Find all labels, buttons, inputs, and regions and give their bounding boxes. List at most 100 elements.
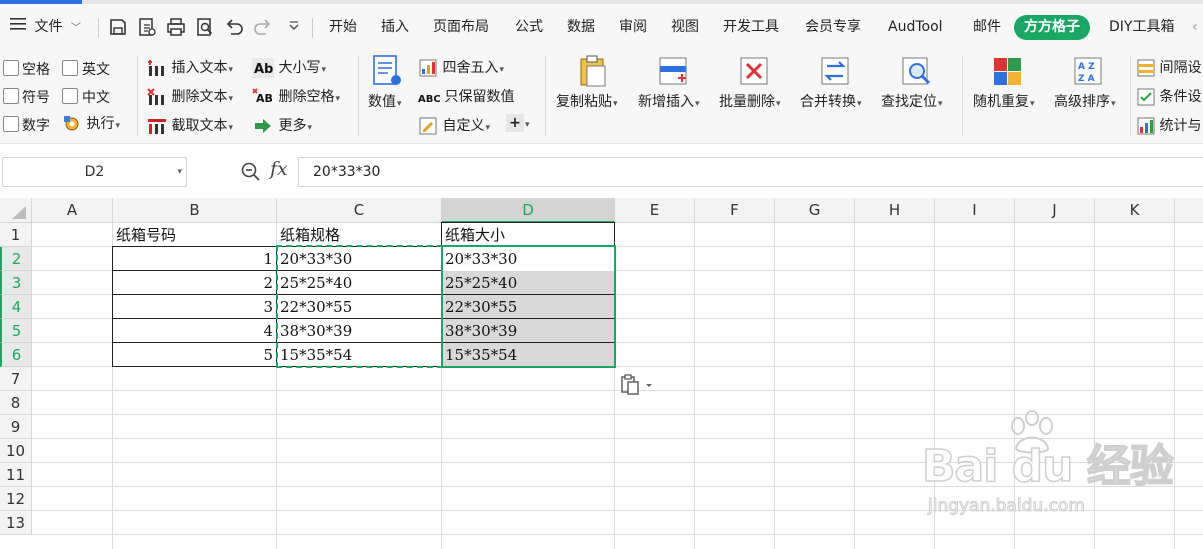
batch-delete-button[interactable]: 批量删除▾ — [719, 91, 781, 111]
zoom-formula-icon[interactable] — [240, 161, 262, 183]
merge-convert-button[interactable]: 合并转换▾ — [800, 91, 862, 111]
column-header-h[interactable]: H — [855, 198, 935, 223]
checkbox-chinese[interactable] — [62, 88, 78, 104]
checkbox-number[interactable] — [3, 116, 19, 132]
column-header-j[interactable]: J — [1015, 198, 1095, 223]
cell-d6[interactable]: 15*35*54 — [442, 343, 614, 367]
column-header-c[interactable]: C — [277, 198, 442, 223]
statistics-button[interactable]: 统计与 — [1137, 115, 1201, 135]
tab-review[interactable]: 审阅 — [619, 4, 647, 50]
cell-b4[interactable]: 3 — [113, 295, 276, 319]
random-repeat-button[interactable]: 随机重复▾ — [973, 91, 1035, 111]
fx-icon[interactable]: fx — [270, 158, 288, 180]
row-header-10[interactable]: 10 — [0, 439, 32, 463]
formula-input[interactable]: 20*33*30 — [298, 157, 1203, 187]
print-preview-icon[interactable] — [195, 17, 215, 37]
add-button[interactable]: + ▾ — [506, 114, 530, 132]
column-header-e[interactable]: E — [615, 198, 695, 223]
tab-page-layout[interactable]: 页面布局 — [433, 4, 489, 50]
column-header-k[interactable]: K — [1095, 198, 1175, 223]
row-header-3[interactable]: 3 — [0, 271, 32, 295]
row-header-8[interactable]: 8 — [0, 391, 32, 415]
cell-c6[interactable]: 15*35*54 — [277, 343, 441, 367]
column-header-g[interactable]: G — [775, 198, 855, 223]
row-header-4[interactable]: 4 — [0, 295, 32, 319]
tab-member[interactable]: 会员专享 — [805, 4, 861, 50]
column-header-a[interactable]: A — [32, 198, 113, 223]
tab-fangfang-gezi[interactable]: 方方格子 — [1014, 15, 1090, 40]
tab-data[interactable]: 数据 — [567, 4, 595, 50]
select-all-corner[interactable] — [0, 198, 32, 223]
customize-quick-access-icon[interactable] — [284, 17, 304, 37]
extract-text-button[interactable]: 截取文本▾ — [147, 115, 233, 136]
row-header-2[interactable]: 2 — [0, 247, 32, 271]
cell-d1[interactable]: 纸箱大小 — [442, 223, 614, 247]
cell-d3[interactable]: 25*25*40 — [442, 271, 614, 295]
column-header-d[interactable]: D — [442, 198, 615, 223]
checkbox-space[interactable] — [3, 60, 19, 76]
tab-mail[interactable]: 邮件 — [973, 4, 1001, 50]
file-menu[interactable]: 文件 ﹀ — [10, 4, 81, 50]
merge-convert-icon[interactable] — [820, 54, 852, 88]
cell-c3[interactable]: 25*25*40 — [277, 271, 441, 295]
row-header-9[interactable]: 9 — [0, 415, 32, 439]
tab-view[interactable]: 视图 — [671, 4, 699, 50]
insert-text-button[interactable]: 插入文本▾ — [147, 57, 233, 78]
row-header-5[interactable]: 5 — [0, 319, 32, 343]
cell-b1[interactable]: 纸箱号码 — [113, 223, 276, 247]
case-button[interactable]: Ab 大小写▾ — [252, 57, 326, 78]
value-button[interactable]: 数值▾ — [368, 91, 402, 111]
delete-text-button[interactable]: 删除文本▾ — [147, 86, 233, 107]
checkbox-english[interactable] — [62, 60, 78, 76]
print-icon[interactable] — [166, 17, 186, 37]
tab-home[interactable]: 开始 — [329, 4, 357, 50]
cell-b6[interactable]: 5 — [113, 343, 276, 367]
advanced-sort-button[interactable]: 高级排序▾ — [1054, 91, 1116, 111]
find-locate-button[interactable]: 查找定位▾ — [881, 91, 943, 111]
batch-delete-icon[interactable] — [739, 54, 771, 88]
cell-c2[interactable]: 20*33*30 — [277, 247, 441, 271]
tab-developer[interactable]: 开发工具 — [723, 4, 779, 50]
cell-c4[interactable]: 22*30*55 — [277, 295, 441, 319]
redo-icon[interactable] — [253, 17, 273, 37]
cell-b2[interactable]: 1 — [113, 247, 276, 271]
find-locate-icon[interactable] — [901, 54, 933, 88]
column-header-f[interactable]: F — [695, 198, 775, 223]
row-header-12[interactable]: 12 — [0, 487, 32, 511]
paste-options-button[interactable] — [620, 374, 654, 396]
execute-button[interactable]: 执行▾ — [62, 113, 120, 134]
more-button[interactable]: 更多▾ — [252, 115, 312, 136]
value-icon[interactable] — [372, 54, 404, 88]
row-header-6[interactable]: 6 — [0, 343, 32, 367]
tab-diy-toolbox[interactable]: DIY工具箱 — [1109, 4, 1174, 50]
row-header-13[interactable]: 13 — [0, 511, 32, 535]
cell-d2[interactable]: 20*33*30 — [442, 247, 614, 271]
remove-spaces-button[interactable]: AB 删除空格▾ — [252, 86, 340, 107]
row-header-1[interactable]: 1 — [0, 223, 32, 247]
cell-b5[interactable]: 4 — [113, 319, 276, 343]
paste-icon[interactable] — [577, 54, 609, 88]
sort-az-icon[interactable]: A Z Z A — [1073, 54, 1105, 88]
sheet-grid[interactable]: A B C D E F G H I J K 1 2 3 4 5 6 7 8 9 … — [0, 198, 1203, 549]
row-header-7[interactable]: 7 — [0, 367, 32, 391]
tab-insert[interactable]: 插入 — [381, 4, 409, 50]
conditional-setting-button[interactable]: 条件设 — [1137, 86, 1201, 106]
column-header-b[interactable]: B — [113, 198, 277, 223]
column-header-i[interactable]: I — [935, 198, 1015, 223]
cell-c5[interactable]: 38*30*39 — [277, 319, 441, 343]
cell-d4[interactable]: 22*30*55 — [442, 295, 614, 319]
random-repeat-icon[interactable] — [992, 54, 1024, 88]
cell-c1[interactable]: 纸箱规格 — [277, 223, 441, 247]
add-insert-button[interactable]: 新增插入▾ — [638, 91, 700, 111]
save-icon[interactable] — [108, 17, 128, 37]
insert-icon[interactable] — [658, 54, 690, 88]
export-pdf-icon[interactable] — [137, 17, 157, 37]
tab-formulas[interactable]: 公式 — [515, 4, 543, 50]
row-header-11[interactable]: 11 — [0, 463, 32, 487]
name-box[interactable]: D2 ▾ — [2, 157, 187, 187]
copy-paste-button[interactable]: 复制粘贴▾ — [556, 91, 618, 111]
undo-icon[interactable] — [224, 17, 244, 37]
tab-audtool[interactable]: AudTool — [888, 4, 943, 50]
custom-button[interactable]: 自定义▾ — [418, 115, 490, 136]
interval-setting-button[interactable]: 间隔设 — [1137, 57, 1201, 77]
